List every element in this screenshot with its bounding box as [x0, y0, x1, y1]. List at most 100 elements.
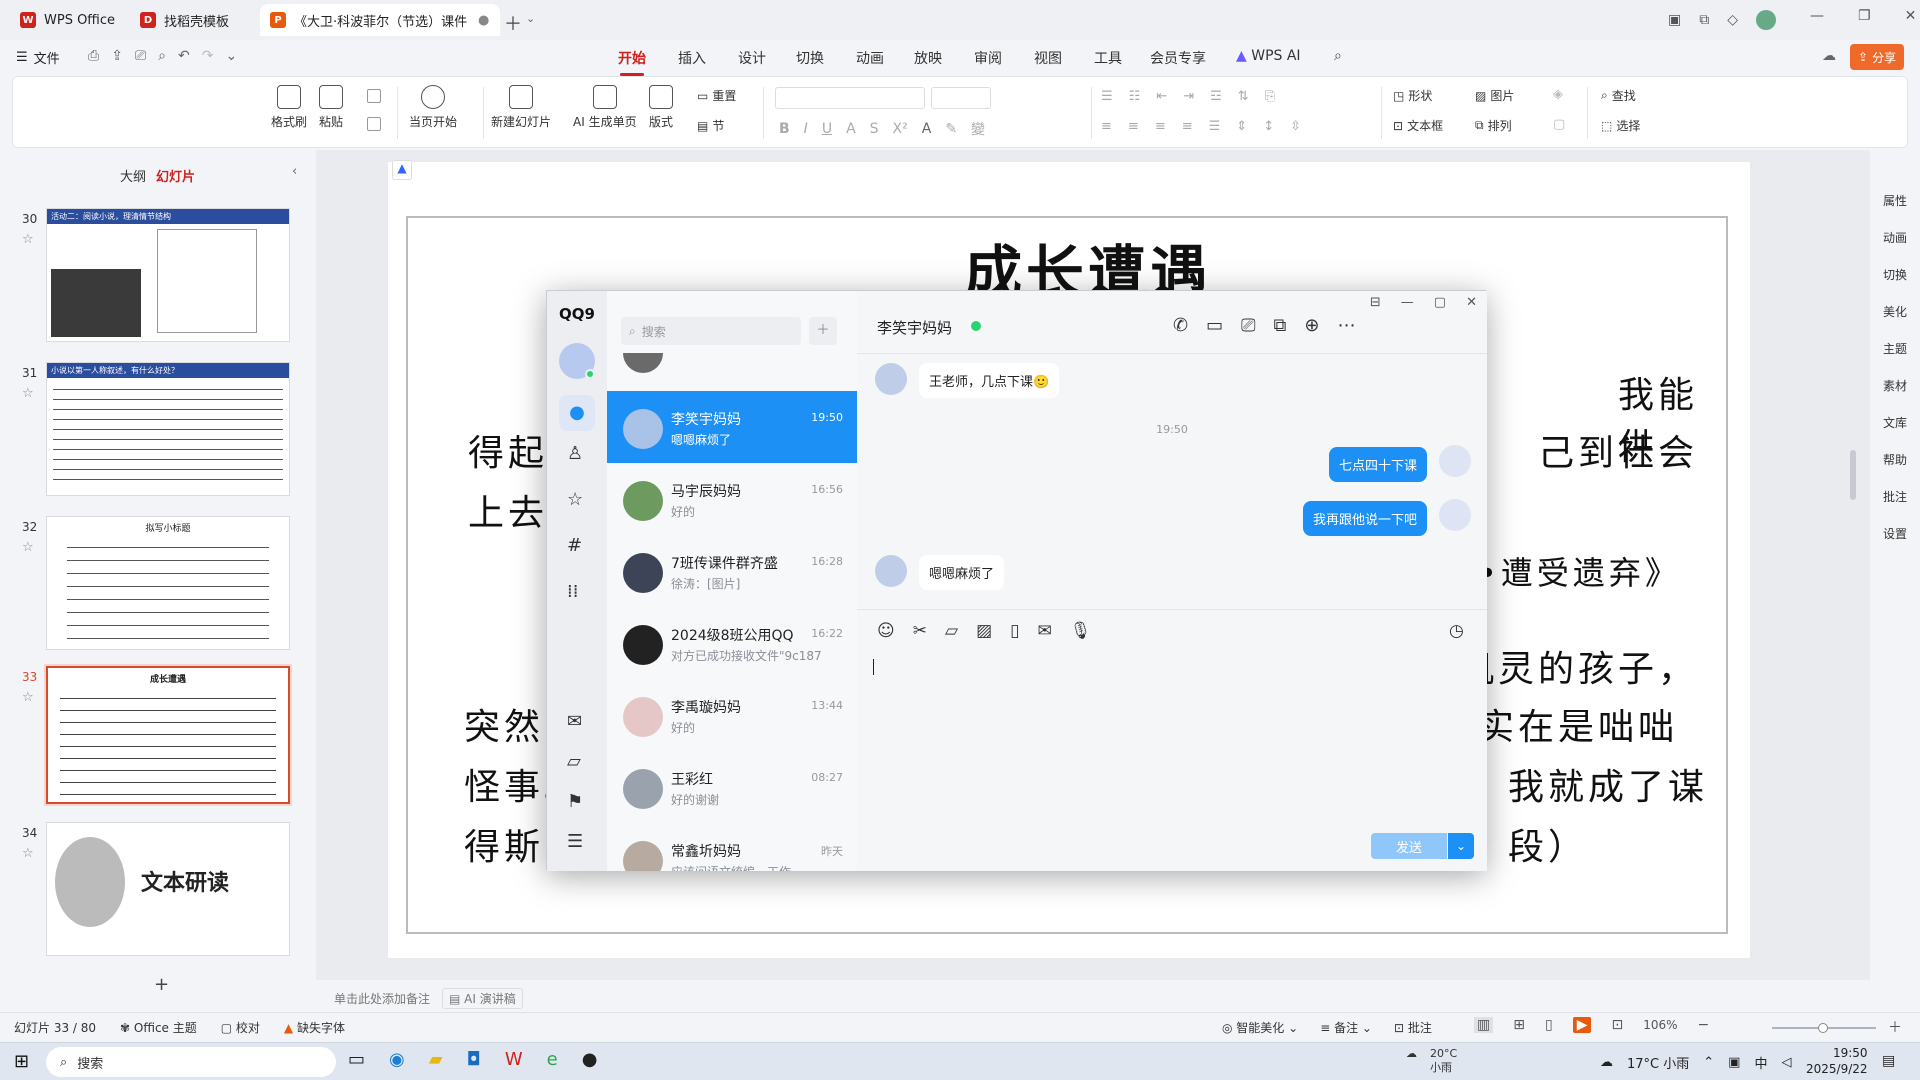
menu-review[interactable]: 审阅 — [974, 48, 1002, 68]
theme-label[interactable]: ✾ Office 主题 — [120, 1019, 197, 1036]
menu-insert[interactable]: 插入 — [678, 48, 706, 68]
cube-icon[interactable]: ◇ — [1727, 12, 1738, 28]
new-slide-button[interactable]: 新建幻灯片 — [491, 85, 551, 130]
minimize-icon[interactable]: — — [1401, 295, 1414, 310]
convert-icon[interactable]: ⎘ — [1265, 89, 1275, 104]
underline-icon[interactable]: U — [822, 121, 832, 137]
share-button[interactable]: ⇪ 分享 — [1850, 44, 1905, 70]
explorer-icon[interactable]: ▰ — [429, 1049, 443, 1070]
paste-button[interactable]: 粘贴 — [319, 85, 343, 130]
screenshot-icon[interactable]: ▣ — [1668, 12, 1681, 28]
weather-widget[interactable]: ☁ 20°C 小雨 — [1406, 1047, 1457, 1074]
contacts-icon[interactable]: ♙ — [567, 443, 583, 464]
font-size-select[interactable] — [931, 87, 991, 109]
close-icon[interactable]: ● — [478, 13, 489, 28]
chevron-down-icon[interactable]: ⌄ — [526, 12, 535, 25]
browser-icon[interactable]: e — [547, 1049, 558, 1070]
qq-icon[interactable]: ● — [582, 1049, 598, 1070]
voice-call-icon[interactable]: ✆ — [1173, 315, 1188, 336]
remote-assist-icon[interactable]: ⧉ — [1274, 315, 1287, 336]
mail-icon[interactable]: ✉ — [567, 711, 582, 732]
search-input[interactable]: ⌕ 搜索 — [621, 317, 801, 345]
preview-icon[interactable]: ⌕ — [158, 48, 166, 64]
conversation-item[interactable]: 2024级8班公用QQ 对方已成功接收文件"9c187... 16:22 — [607, 607, 857, 679]
restore-icon[interactable]: ❐ — [1858, 8, 1871, 24]
pin-icon[interactable]: ⊟ — [1370, 295, 1381, 310]
cut-icon[interactable] — [367, 89, 381, 103]
zoom-in-icon[interactable]: ＋ — [1888, 1017, 1902, 1037]
notes-button[interactable]: ≡ 备注 ⌄ — [1320, 1019, 1372, 1036]
text-direction-icon[interactable]: ⇳ — [1290, 119, 1301, 134]
task-view-icon[interactable]: ▭ — [348, 1049, 365, 1070]
redo-icon[interactable]: ↷ — [202, 48, 214, 64]
shake-icon[interactable]: ▯ — [1010, 621, 1019, 641]
menu-wps-ai[interactable]: ▲ WPS AI — [1236, 48, 1301, 64]
indent-dec-icon[interactable]: ⇤ — [1156, 89, 1167, 104]
align-left-icon[interactable]: ≡ — [1101, 119, 1112, 134]
material-button[interactable]: 素材 — [1883, 377, 1907, 394]
window-icon[interactable]: ⧉ — [1699, 12, 1709, 28]
tab-outline[interactable]: 大纲 — [120, 166, 146, 185]
numbering-icon[interactable]: ☷ — [1129, 89, 1141, 104]
indent-inc-icon[interactable]: ⇥ — [1183, 89, 1194, 104]
menu-design[interactable]: 设计 — [738, 48, 766, 68]
reset-button[interactable]: ▭ 重置 — [697, 87, 736, 104]
star-icon[interactable]: ☆ — [22, 846, 34, 861]
print-icon[interactable]: ⎚ — [135, 48, 146, 64]
missing-font-button[interactable]: ▲ 缺失字体 — [284, 1019, 345, 1036]
transition-button[interactable]: 切换 — [1883, 266, 1907, 283]
windows-start-icon[interactable]: ⊞ — [14, 1051, 29, 1072]
font-family-select[interactable] — [775, 87, 925, 109]
send-options-icon[interactable]: ⌄ — [1448, 833, 1474, 859]
fit-icon[interactable]: ⊡ — [1611, 1017, 1623, 1033]
fill-icon[interactable]: ◈ — [1553, 87, 1563, 102]
comment-button[interactable]: ⊡ 批注 — [1394, 1019, 1432, 1036]
slide-thumb-32[interactable]: 拟写小标题 — [46, 516, 290, 650]
properties-button[interactable]: 属性 — [1883, 192, 1907, 209]
avatar[interactable] — [1756, 10, 1777, 30]
section-button[interactable]: ▤ 节 — [697, 117, 724, 134]
folder-icon[interactable]: ▱ — [945, 621, 958, 641]
animation-button[interactable]: 动画 — [1883, 229, 1907, 246]
maximize-icon[interactable]: ▢ — [1434, 295, 1446, 310]
menu-icon[interactable]: ☰ — [567, 831, 583, 852]
messages-icon[interactable]: ● — [559, 395, 595, 431]
tab-slides[interactable]: 幻灯片 — [156, 166, 195, 185]
conversation-item[interactable]: 王彩红 好的谢谢 08:27 — [607, 751, 857, 823]
slide-thumb-30[interactable]: 活动二：阅读小说，理清情节结构 — [46, 208, 290, 342]
collapse-icon[interactable]: ‹ — [292, 164, 297, 179]
more-icon[interactable]: ⋯ — [1337, 315, 1355, 336]
reading-view-icon[interactable]: ▯ — [1545, 1017, 1553, 1033]
play-icon[interactable]: ▶ — [1572, 1017, 1592, 1033]
screen-share-icon[interactable]: ⎚ — [1241, 315, 1255, 336]
bold-icon[interactable]: B — [779, 121, 790, 137]
add-icon[interactable]: ＋ — [809, 317, 837, 345]
cloud-icon[interactable]: ☁ — [1822, 48, 1836, 64]
tray-weather[interactable]: 17°C 小雨 — [1627, 1053, 1689, 1072]
vertical-scrollbar[interactable] — [1850, 450, 1856, 500]
zoom-out-icon[interactable]: − — [1698, 1017, 1710, 1033]
proofing-button[interactable]: ▢ 校对 — [221, 1019, 260, 1036]
ai-single-button[interactable]: AI 生成单页 — [573, 85, 637, 130]
menu-transition[interactable]: 切换 — [796, 48, 824, 68]
menu-slideshow[interactable]: 放映 — [914, 48, 942, 68]
align-right-icon[interactable]: ≡ — [1155, 119, 1166, 134]
star-icon[interactable]: ☆ — [22, 232, 34, 247]
star-icon[interactable]: ☆ — [22, 690, 34, 705]
conversation-item[interactable]: 李笑宇妈妈 嗯嗯麻烦了 19:50 — [607, 391, 857, 463]
find-button[interactable]: ⌕ 查找 — [1601, 87, 1636, 104]
tab-wps-office[interactable]: W WPS Office — [10, 4, 126, 36]
shape-button[interactable]: ◳ 形状 — [1393, 87, 1432, 104]
conversation-item[interactable]: 马宇辰妈妈 好的 16:56 — [607, 463, 857, 535]
tab-document[interactable]: P 《大卫·科波菲尔（节选）课件 ● — [260, 4, 500, 36]
conversation-item[interactable]: 常鑫圻妈妈 应该问语文统编一工作 昨天 — [607, 823, 857, 871]
sort-icon[interactable]: ⇅ — [1238, 89, 1249, 104]
tab-template[interactable]: D 找稻壳模板 — [130, 4, 256, 36]
weather-alert-icon[interactable]: ☁ — [1600, 1055, 1613, 1070]
format-painter-button[interactable]: 格式刷 — [271, 85, 307, 130]
beautify-button[interactable]: ◎ 智能美化 ⌄ — [1222, 1019, 1298, 1036]
normal-view-icon[interactable]: ▥ — [1474, 1017, 1494, 1033]
slide-thumb-31[interactable]: 小说以第一人称叙述，有什么好处？ — [46, 362, 290, 496]
menu-view[interactable]: 视图 — [1034, 48, 1062, 68]
conversation-item[interactable]: 7班传课件群齐盛 徐涛：[图片] 16:28 — [607, 535, 857, 607]
